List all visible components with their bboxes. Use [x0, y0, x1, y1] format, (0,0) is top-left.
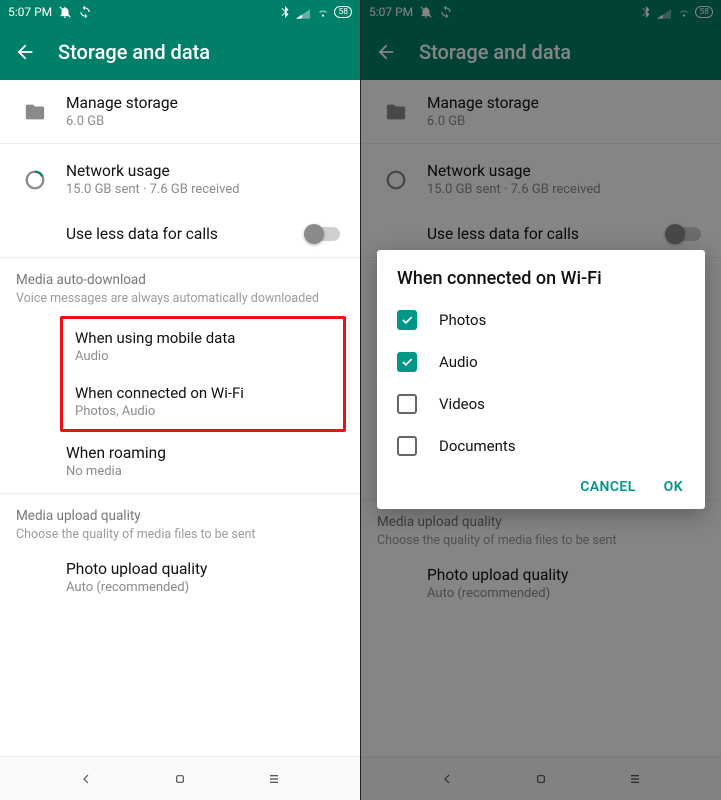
dialog-title: When connected on Wi-Fi: [377, 250, 705, 299]
wifi-sub: Photos, Audio: [75, 404, 331, 419]
signal-icon: [296, 7, 312, 18]
checkbox-documents[interactable]: [397, 436, 417, 456]
use-less-data-row[interactable]: Use less data for calls: [0, 211, 360, 257]
bluetooth-icon: [278, 5, 292, 19]
dialog-actions: CANCEL OK: [377, 467, 705, 503]
option-photos-label: Photos: [439, 311, 486, 329]
sync-icon: [78, 5, 92, 19]
manage-storage-title: Manage storage: [66, 94, 344, 112]
option-documents[interactable]: Documents: [377, 425, 705, 467]
mobile-data-row[interactable]: When using mobile data Audio: [63, 319, 343, 374]
nav-home-icon[interactable]: [172, 771, 188, 787]
wifi-icon: [316, 5, 330, 19]
media-section-sub: Voice messages are always automatically …: [16, 291, 344, 306]
content-area: Manage storage 6.0 GB Network usage 15.0…: [0, 80, 360, 609]
option-documents-label: Documents: [439, 437, 516, 455]
roaming-sub: No media: [66, 464, 344, 479]
photo-quality-title: Photo upload quality: [66, 560, 344, 578]
media-section-header: Media auto-download Voice messages are a…: [0, 258, 360, 310]
nav-back-icon[interactable]: [78, 771, 94, 787]
media-section-title: Media auto-download: [16, 272, 344, 288]
option-photos[interactable]: Photos: [377, 299, 705, 341]
wifi-title: When connected on Wi-Fi: [75, 384, 331, 402]
status-time: 5:07 PM: [8, 5, 52, 19]
status-bar: 5:07 PM 58: [0, 0, 360, 24]
page-title: Storage and data: [58, 40, 210, 64]
dnd-icon: [58, 5, 72, 19]
use-less-data-toggle[interactable]: [306, 227, 340, 241]
photo-quality-sub: Auto (recommended): [66, 580, 344, 595]
wifi-download-dialog: When connected on Wi-Fi Photos Audio Vid…: [377, 250, 705, 509]
highlight-annotation: When using mobile data Audio When connec…: [60, 316, 346, 432]
manage-storage-sub: 6.0 GB: [66, 114, 344, 129]
battery-indicator: 58: [334, 6, 352, 18]
app-bar: Storage and data: [0, 24, 360, 80]
checkbox-audio[interactable]: [397, 352, 417, 372]
roaming-row[interactable]: When roaming No media: [0, 438, 360, 493]
option-audio[interactable]: Audio: [377, 341, 705, 383]
wifi-row[interactable]: When connected on Wi-Fi Photos, Audio: [63, 374, 343, 429]
back-icon[interactable]: [14, 41, 36, 63]
roaming-title: When roaming: [66, 444, 344, 462]
network-usage-title: Network usage: [66, 162, 344, 180]
checkbox-videos[interactable]: [397, 394, 417, 414]
nav-recents-icon[interactable]: [266, 771, 282, 787]
mobile-data-title: When using mobile data: [75, 329, 331, 347]
option-audio-label: Audio: [439, 353, 478, 371]
upload-section-header: Media upload quality Choose the quality …: [0, 494, 360, 546]
checkbox-photos[interactable]: [397, 310, 417, 330]
ok-button[interactable]: OK: [664, 479, 683, 495]
network-usage-sub: 15.0 GB sent · 7.6 GB received: [66, 182, 344, 197]
option-videos-label: Videos: [439, 395, 485, 413]
use-less-data-title: Use less data for calls: [66, 225, 306, 243]
upload-section-title: Media upload quality: [16, 508, 344, 524]
nav-bar: [0, 756, 360, 800]
option-videos[interactable]: Videos: [377, 383, 705, 425]
network-usage-row[interactable]: Network usage 15.0 GB sent · 7.6 GB rece…: [0, 144, 360, 211]
upload-section-sub: Choose the quality of media files to be …: [16, 527, 344, 542]
cancel-button[interactable]: CANCEL: [580, 479, 635, 495]
screen-wifi-dialog: 5:07 PM 58 Storage and data Manage stora…: [361, 0, 721, 800]
folder-icon: [24, 101, 46, 123]
photo-quality-row[interactable]: Photo upload quality Auto (recommended): [0, 546, 360, 609]
mobile-data-sub: Audio: [75, 349, 331, 364]
screen-storage-and-data: 5:07 PM 58 Storage and data Manage stora…: [0, 0, 360, 800]
data-usage-icon: [24, 169, 46, 191]
manage-storage-row[interactable]: Manage storage 6.0 GB: [0, 80, 360, 143]
